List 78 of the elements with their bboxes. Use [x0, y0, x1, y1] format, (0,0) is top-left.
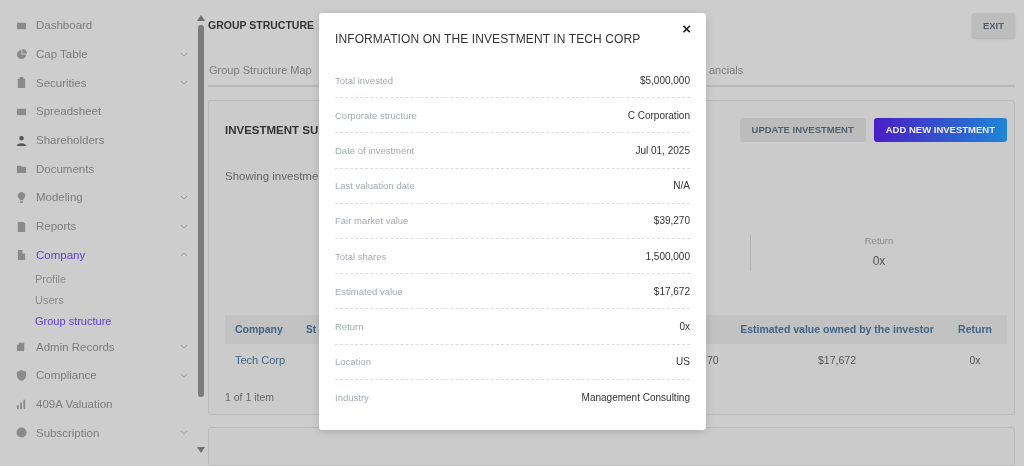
table-cell: 70 [707, 353, 719, 366]
chevron-icon[interactable] [180, 194, 188, 200]
sidebar-subitem[interactable]: Profile [0, 269, 67, 291]
column-header: Return [957, 323, 993, 336]
field-label: Total invested [335, 74, 394, 86]
scrollbar-thumb[interactable] [197, 25, 204, 397]
lightbulb-icon [16, 191, 27, 203]
chevron-icon[interactable] [180, 80, 188, 86]
field-value: Management Consulting [581, 391, 690, 403]
field-label: Last valuation date [335, 180, 415, 192]
field-value: $39,270 [653, 215, 690, 227]
table-cell-text: $17,672 [817, 353, 857, 366]
update-investment-button[interactable]: UPDATE INVESTMENT [739, 117, 866, 142]
scroll-down-icon[interactable] [196, 447, 205, 453]
field-value: C Corporation [627, 109, 690, 121]
document-icon [16, 220, 27, 232]
field-label: Industry [335, 391, 369, 403]
dialog-title: INFORMATION ON THE INVESTMENT IN TECH CORP [335, 32, 641, 48]
pagination-text: 1 of 1 item [225, 390, 275, 403]
field-label: Estimated value [335, 285, 403, 297]
sidebar-item[interactable]: Spreadsheet [0, 97, 196, 126]
field-value: US [676, 356, 690, 368]
add-investment-button[interactable]: ADD NEW INVESTMENT [873, 117, 1007, 142]
sidebar-item[interactable]: Compliance [0, 360, 196, 390]
pie-chart-icon [16, 48, 27, 60]
chevron-icon[interactable] [180, 430, 188, 436]
chevron-icon[interactable] [180, 372, 188, 378]
field-value: Jul 01, 2025 [635, 144, 690, 156]
field-label: Corporate structure [335, 109, 417, 121]
sidebar-item[interactable]: 409A Valuation [0, 389, 196, 419]
document-icon [16, 341, 27, 353]
field-label: Total shares [335, 250, 387, 262]
field-label: Date of investment [335, 144, 415, 156]
sidebar-item[interactable]: Shareholders [0, 125, 196, 155]
chevron-icon[interactable] [180, 51, 188, 57]
clipboard-icon [16, 77, 27, 89]
scroll-up-icon[interactable] [196, 15, 205, 21]
person-icon [16, 134, 27, 146]
building-icon [16, 249, 27, 261]
field-value: N/A [673, 180, 690, 192]
sidebar-item[interactable]: Documents [0, 154, 196, 184]
bar-chart-icon [16, 398, 27, 410]
field-value: $5,000,000 [639, 74, 690, 86]
close-button[interactable]: × [682, 19, 691, 37]
field-value: $17,672 [653, 285, 690, 297]
sidebar-item[interactable]: Company [0, 240, 196, 270]
column-header: Company [234, 323, 284, 336]
chevron-icon[interactable] [180, 344, 188, 350]
field-value: 1,500,000 [645, 250, 690, 262]
tab[interactable]: ancials [707, 63, 746, 76]
sidebar-item[interactable]: Cap Table [0, 39, 196, 69]
folder-icon [16, 163, 27, 175]
section-title: INVESTMENT SU [225, 123, 319, 136]
sidebar-item[interactable]: Dashboard [0, 11, 196, 40]
sidebar-item[interactable]: Reports [0, 211, 196, 241]
shield-icon [16, 369, 27, 381]
field-value: 0x [679, 320, 690, 332]
sidebar-item[interactable]: Admin Records [0, 332, 196, 361]
sidebar-item[interactable]: Modeling [0, 183, 196, 212]
summary-text: Showing investme [225, 169, 319, 182]
page-title: GROUP STRUCTURE [208, 19, 314, 32]
company-link[interactable]: Tech Corp [225, 353, 297, 366]
stat-label: Return [864, 234, 894, 246]
exit-button[interactable]: EXIT [971, 12, 1015, 38]
field-label: Location [335, 356, 371, 368]
table-cell-text: 0x [968, 353, 982, 366]
sidebar-subitem[interactable]: Users [0, 290, 64, 312]
sidebar-item[interactable]: Securities [0, 68, 196, 98]
column-header: Estimated value owned by the investor [739, 323, 935, 336]
column-header: St [305, 323, 317, 335]
sidebar-item[interactable]: Subscription [0, 418, 196, 447]
sidebar-subitem[interactable]: Group structure [0, 311, 112, 333]
field-label: Fair market value [335, 215, 409, 227]
chevron-icon[interactable] [180, 223, 188, 229]
field-label: Return [335, 320, 364, 332]
chevron-icon[interactable] [180, 252, 188, 258]
coin-icon [16, 427, 27, 439]
stat-value: 0x [872, 253, 886, 268]
